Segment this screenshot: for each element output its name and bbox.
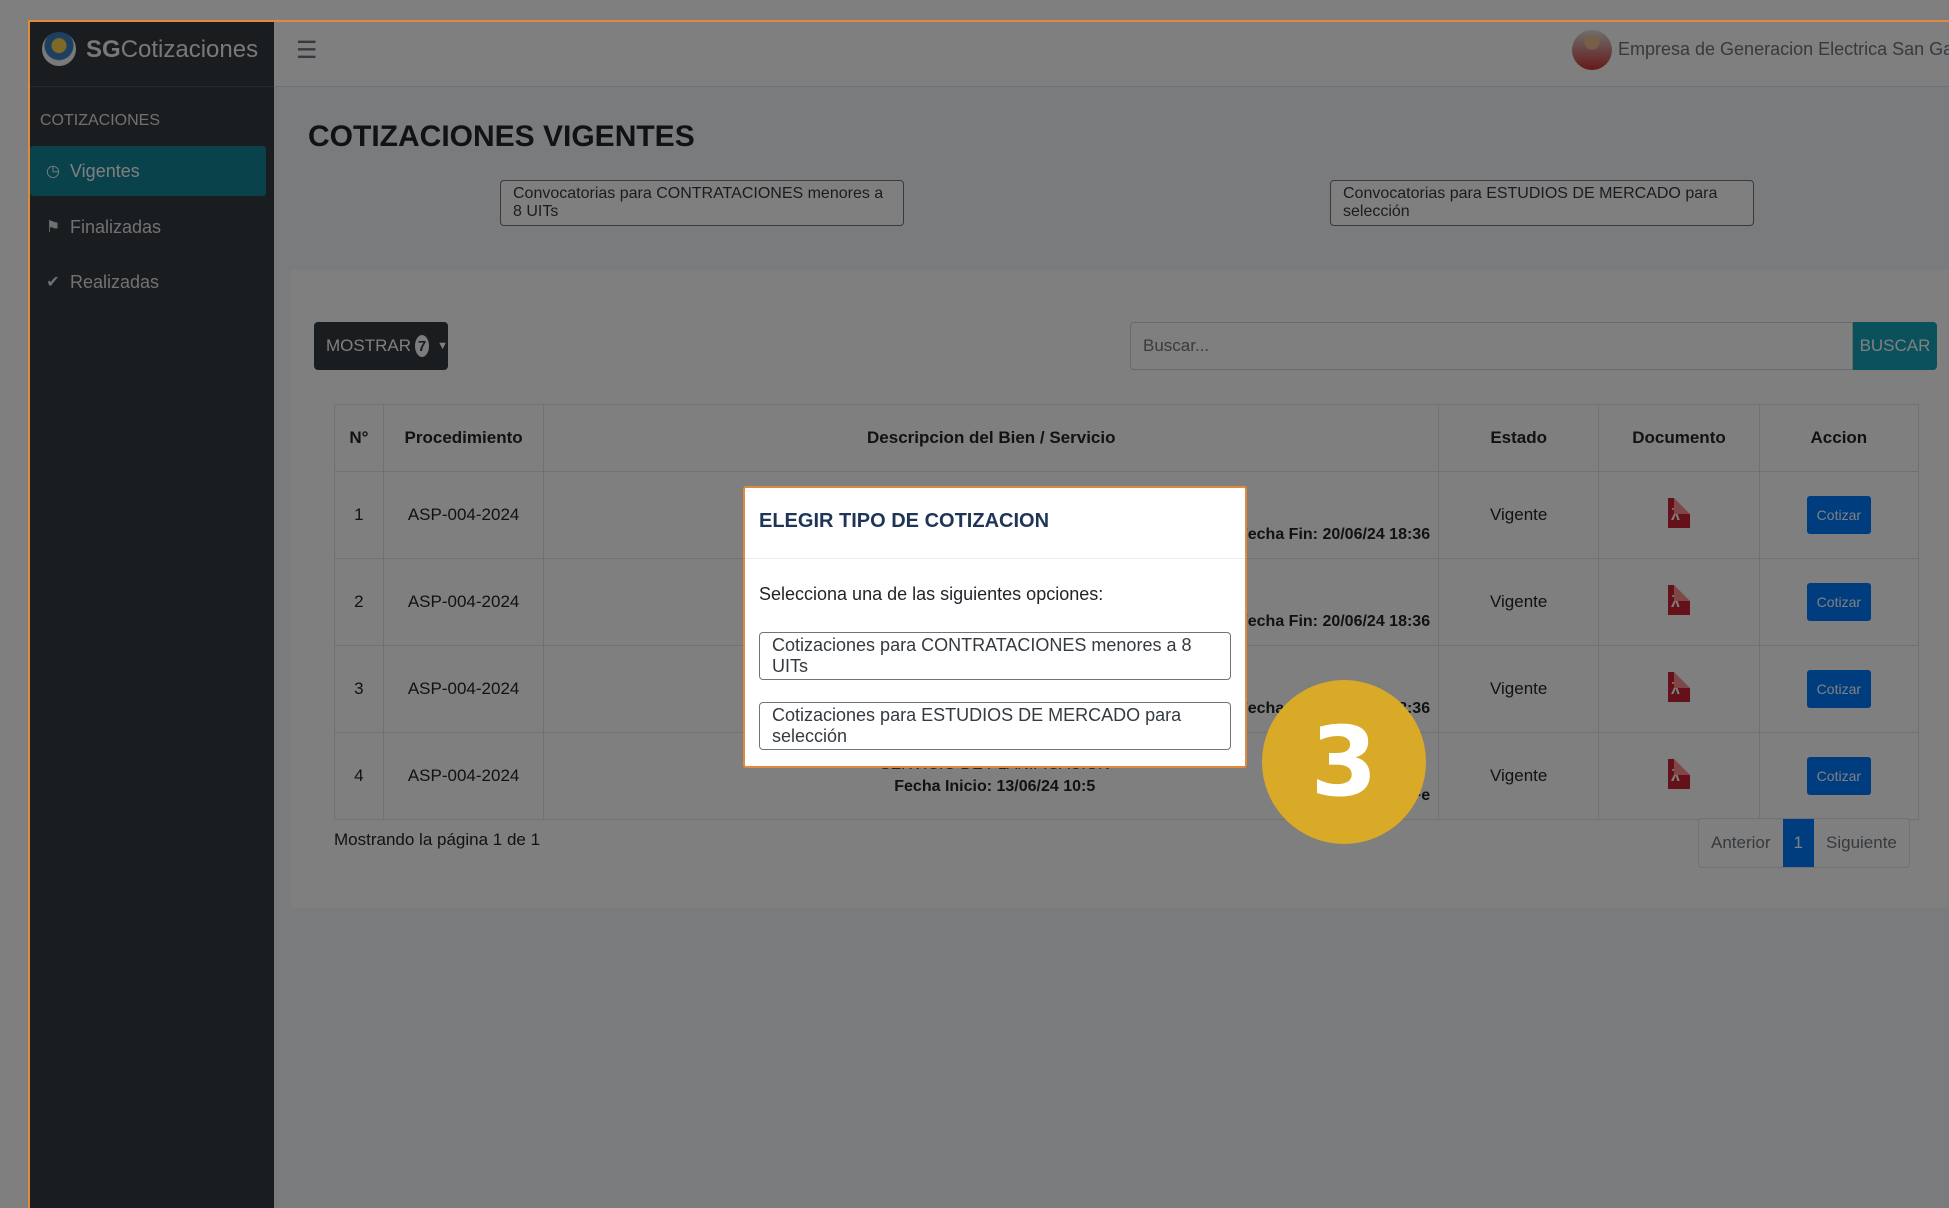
modal-prompt: Selecciona una de las siguientes opcione… xyxy=(759,584,1104,604)
option-estudios-mercado-button[interactable]: Cotizaciones para ESTUDIOS DE MERCADO pa… xyxy=(759,702,1231,750)
option-contrataciones-button[interactable]: Cotizaciones para CONTRATACIONES menores… xyxy=(759,632,1231,680)
step-number-badge: 3 xyxy=(1262,680,1426,844)
modal-header: ELEGIR TIPO DE COTIZACION xyxy=(745,488,1245,559)
modal-title: ELEGIR TIPO DE COTIZACION xyxy=(759,510,1050,532)
highlight-border-left xyxy=(28,20,30,1208)
modal-dialog: ELEGIR TIPO DE COTIZACION Selecciona una… xyxy=(743,486,1247,768)
highlight-border-top xyxy=(28,20,1949,22)
app-window: SGCotizaciones COTIZACIONES ◷ Vigentes ⚑… xyxy=(0,0,1949,1208)
